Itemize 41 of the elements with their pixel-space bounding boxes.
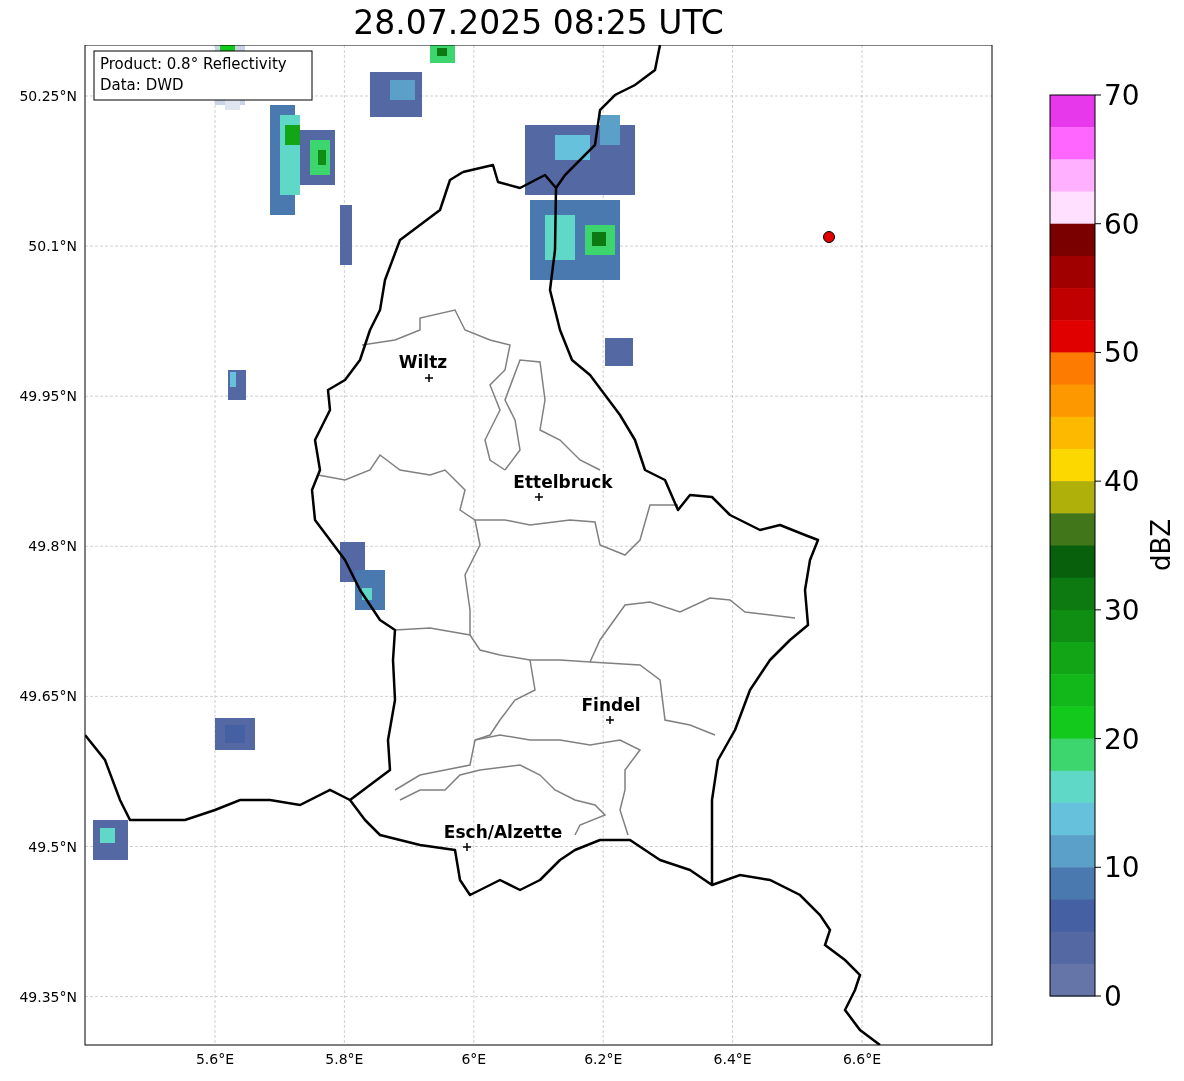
colorbar-tick-label: 50	[1104, 336, 1140, 370]
radar-echo	[228, 370, 246, 400]
radar-echo	[370, 72, 422, 117]
colorbar-tick-label: 40	[1104, 465, 1140, 499]
longitude-label: 6.4°E	[713, 1051, 752, 1067]
radar-echo	[340, 542, 385, 610]
radar-echo	[605, 338, 633, 366]
city-marker	[534, 492, 544, 502]
city-label: Findel	[581, 695, 641, 715]
colorbar-label: dBZ	[1146, 518, 1176, 572]
city-marker	[424, 373, 434, 383]
longitude-label: 5.6°E	[195, 1051, 235, 1067]
colorbar-tick-label: 70	[1104, 79, 1140, 112]
info-text: Product: 0.8° Reflectivity	[100, 55, 287, 73]
colorbar-tick-label: 10	[1104, 851, 1140, 885]
latitude-label: 50.1°N	[28, 238, 77, 255]
colorbar-tick-label: 30	[1104, 593, 1140, 627]
radar-echo	[93, 820, 128, 860]
colorbar-tick-label: 20	[1104, 722, 1140, 756]
latitude-label: 49.35°N	[19, 988, 77, 1005]
info-text: Data: DWD	[100, 76, 184, 94]
chart-title: 28.07.2025 08:25 UTC	[353, 3, 724, 43]
colorbar-tick-label: 0	[1104, 980, 1122, 1013]
latitude-label: 50.25°N	[19, 88, 77, 104]
longitude-label: 6.6°E	[842, 1051, 882, 1067]
city-label: Wiltz	[398, 352, 448, 372]
location-dot	[823, 231, 835, 243]
longitude-label: 6.2°E	[584, 1051, 623, 1067]
radar-echo	[340, 205, 352, 265]
longitude-label: 6°E	[461, 1051, 487, 1067]
city-marker	[605, 715, 615, 725]
city-marker	[462, 842, 472, 852]
latitude-label: 49.65°N	[19, 688, 77, 705]
city-label: Ettelbruck	[513, 472, 613, 492]
latitude-label: 49.8°N	[28, 538, 77, 555]
radar-echo	[215, 718, 255, 750]
longitude-label: 5.8°E	[325, 1051, 364, 1067]
city-label: Esch/Alzette	[443, 822, 563, 842]
colorbar-tick-label: 60	[1104, 207, 1140, 241]
latitude-label: 49.5°N	[28, 838, 77, 855]
latitude-label: 49.95°N	[19, 388, 77, 405]
